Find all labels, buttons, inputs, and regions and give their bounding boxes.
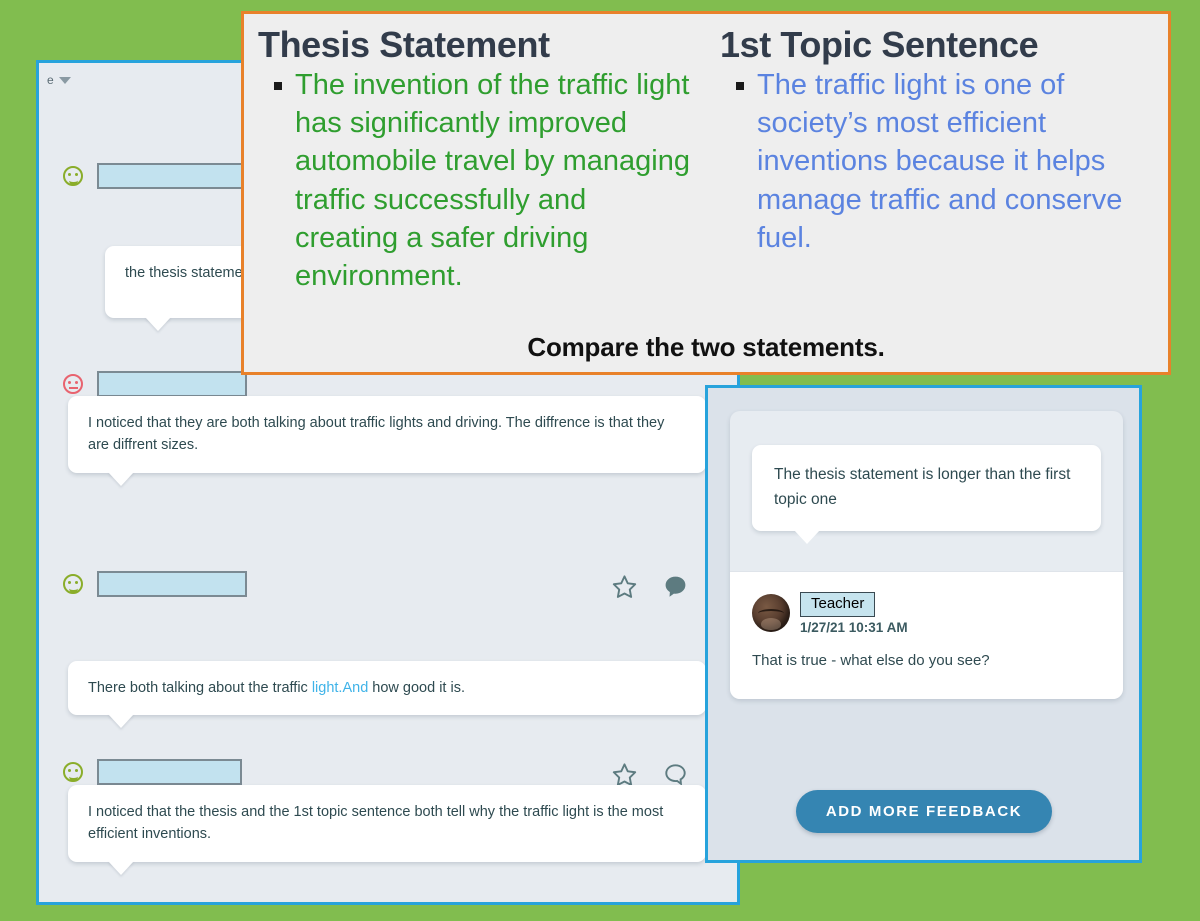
- comment-outline-icon[interactable]: [662, 761, 689, 788]
- message-bubble: I noticed that they are both talking abo…: [68, 396, 706, 473]
- topic-bullet-text: The traffic light is one of society’s mo…: [757, 68, 1123, 254]
- feedback-student-section: The thesis statement is longer than the …: [730, 411, 1123, 571]
- topic-title: 1st Topic Sentence: [720, 24, 1039, 65]
- redacted-author-name: [97, 759, 242, 785]
- star-icon[interactable]: [611, 761, 638, 788]
- slide-overlay: Thesis Statement The invention of the tr…: [241, 11, 1171, 375]
- teacher-avatar: [752, 594, 790, 633]
- chevron-down-icon[interactable]: [58, 76, 71, 84]
- slide-column-topic: 1st Topic Sentence The traffic light is …: [706, 14, 1168, 372]
- thesis-bullet: The invention of the traffic light has s…: [258, 66, 692, 296]
- message-author-row: [63, 371, 247, 397]
- topic-bullet: The traffic light is one of society’s mo…: [720, 66, 1158, 257]
- teacher-name-tag: Teacher: [800, 591, 876, 618]
- feedback-teacher-section: Teacher 1/27/21 10:31 AM That is true - …: [730, 570, 1123, 700]
- frowning-face-icon[interactable]: [63, 374, 83, 394]
- message-bubble: There both talking about the traffic lig…: [68, 661, 706, 716]
- slide-column-thesis: Thesis Statement The invention of the tr…: [244, 14, 706, 372]
- redacted-author-name: [97, 371, 247, 397]
- feedback-panel: The thesis statement is longer than the …: [705, 385, 1142, 863]
- teacher-meta: Teacher 1/27/21 10:31 AM: [752, 591, 1101, 636]
- message-bubble: I noticed that the thesis and the 1st to…: [68, 785, 706, 862]
- thesis-title: Thesis Statement: [258, 24, 550, 65]
- comment-filled-icon[interactable]: [662, 573, 689, 600]
- message-bubble-text-suffix: how good it is.: [368, 680, 465, 696]
- student-response-bubble: The thesis statement is longer than the …: [752, 445, 1101, 544]
- star-icon[interactable]: [611, 573, 638, 600]
- feedback-card: The thesis statement is longer than the …: [730, 411, 1123, 700]
- thread-header-label: e: [47, 73, 54, 87]
- thesis-bullet-text: The invention of the traffic light has s…: [295, 68, 690, 293]
- message-author-row: [63, 571, 247, 597]
- message-bubble-text: I noticed that they are both talking abo…: [88, 415, 665, 454]
- smiley-face-icon[interactable]: [63, 762, 83, 782]
- message-author-row: [63, 759, 242, 785]
- redacted-author-name: [97, 163, 247, 189]
- message-actions: [611, 761, 718, 788]
- message-bubble-highlight: light.And: [311, 680, 369, 696]
- teacher-comment-text: That is true - what else do you see?: [752, 652, 990, 670]
- message-bubble-text-prefix: There both talking about the traffic: [88, 680, 312, 696]
- message-actions: [611, 573, 718, 600]
- message-bubble-text: I noticed that the thesis and the 1st to…: [88, 804, 664, 843]
- redacted-author-name: [97, 571, 247, 597]
- smiley-face-icon[interactable]: [63, 574, 83, 594]
- bullet-square-icon: [736, 81, 744, 90]
- add-more-feedback-button[interactable]: ADD MORE FEEDBACK: [796, 790, 1052, 833]
- screenshot-stage: e the thesis statement traffic light hel…: [0, 0, 1200, 921]
- feedback-timestamp: 1/27/21 10:31 AM: [800, 620, 908, 636]
- smiley-face-icon[interactable]: [63, 166, 83, 186]
- compare-prompt: Compare the two statements.: [527, 332, 885, 362]
- student-response-text: The thesis statement is longer than the …: [774, 466, 1071, 508]
- bullet-square-icon: [274, 81, 282, 90]
- thread-header[interactable]: e: [47, 73, 71, 87]
- message-author-row: [63, 163, 247, 189]
